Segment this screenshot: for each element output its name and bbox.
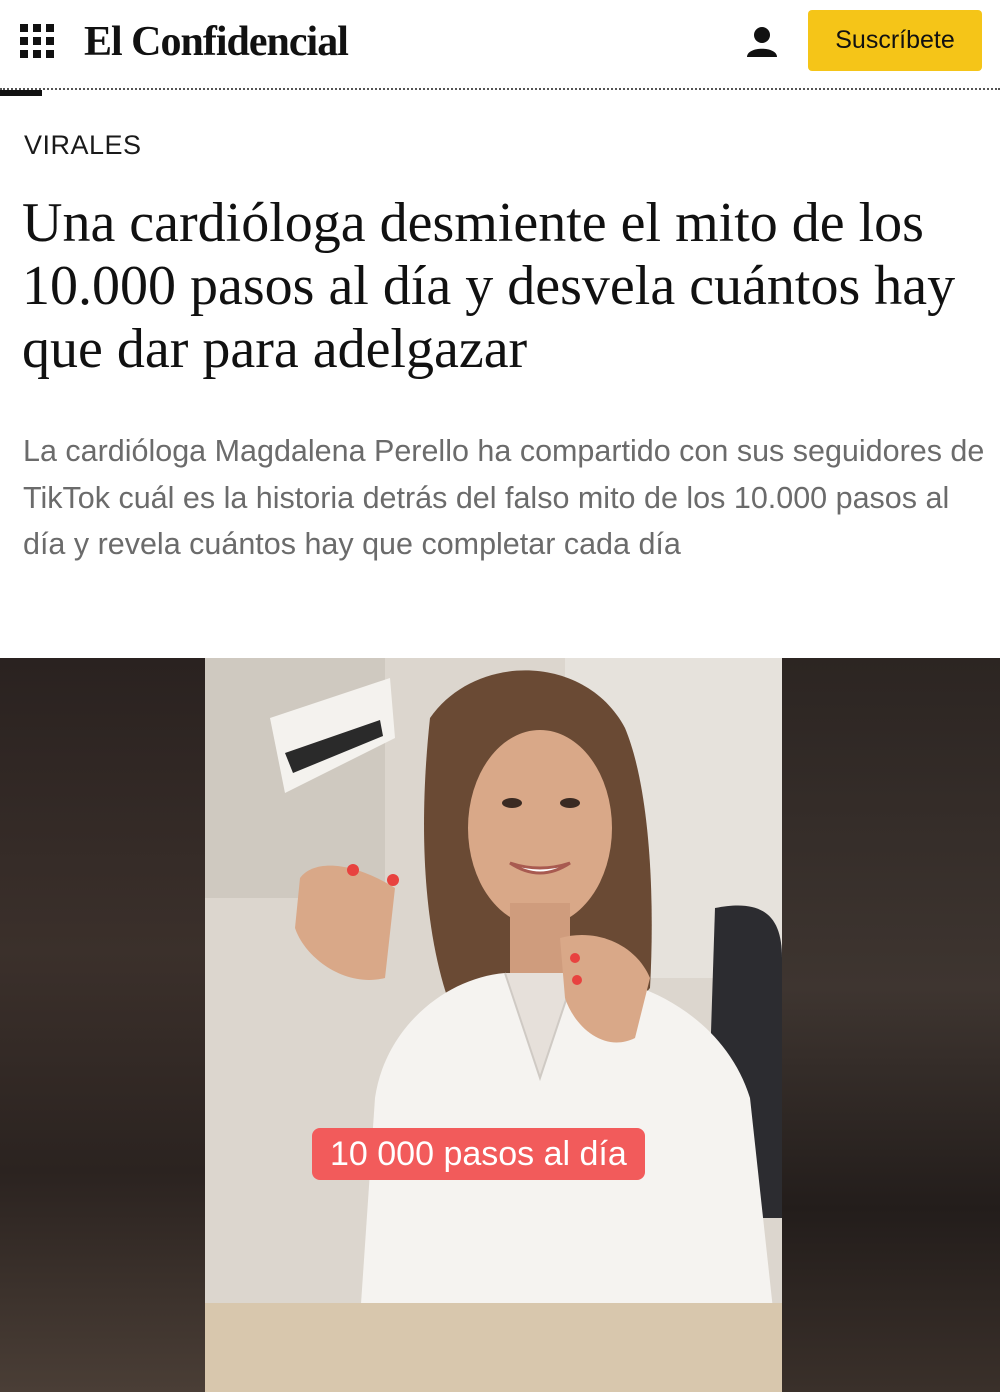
- video-blur-left: [0, 658, 205, 1392]
- reading-progress-bar: [0, 90, 42, 96]
- grid-menu-icon[interactable]: [20, 24, 54, 58]
- video-blur-right: [782, 658, 1000, 1392]
- article-headline: Una cardióloga desmiente el mito de los …: [22, 192, 956, 380]
- site-header: El Confidencial Suscríbete: [0, 0, 1000, 88]
- video-frame[interactable]: 10 000 pasos al día: [205, 658, 782, 1392]
- site-logo[interactable]: El Confidencial: [84, 14, 349, 70]
- subscribe-button[interactable]: Suscríbete: [808, 10, 982, 71]
- video-still-illustration: [205, 658, 782, 1392]
- article-video[interactable]: 10 000 pasos al día: [0, 658, 1000, 1392]
- video-caption: 10 000 pasos al día: [312, 1128, 645, 1180]
- section-label[interactable]: VIRALES: [24, 130, 142, 161]
- header-divider: [0, 88, 1000, 90]
- article-standfirst: La cardióloga Magdalena Perello ha compa…: [23, 434, 985, 561]
- user-icon[interactable]: [744, 24, 780, 60]
